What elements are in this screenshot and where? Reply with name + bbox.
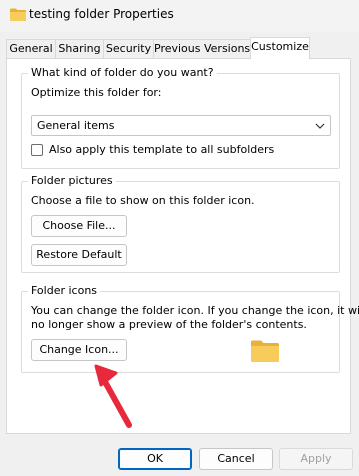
folder-icon: [251, 340, 279, 362]
folder-pictures-description: Choose a file to show on this folder ico…: [31, 194, 255, 207]
window-title: testing folder Properties: [29, 7, 174, 21]
group-title: Folder pictures: [28, 174, 116, 187]
folder-type-select[interactable]: General items: [31, 115, 331, 136]
folder-icons-description-line2: no longer show a preview of the folder's…: [31, 318, 307, 331]
apply-button[interactable]: Apply: [279, 448, 353, 470]
cancel-button[interactable]: Cancel: [199, 448, 273, 470]
group-title: What kind of folder do you want?: [28, 66, 217, 79]
folder-icons-description-line1: You can change the folder icon. If you c…: [31, 304, 359, 317]
choose-file-button[interactable]: Choose File...: [31, 215, 127, 237]
tab-previous-versions[interactable]: Previous Versions: [153, 39, 251, 58]
customize-panel: What kind of folder do you want? Optimiz…: [6, 58, 359, 434]
folder-type-group: What kind of folder do you want? Optimiz…: [21, 66, 340, 169]
pointer-arrow-icon: [94, 364, 132, 428]
folder-pictures-group: Folder pictures Choose a file to show on…: [21, 174, 340, 273]
apply-subfolders-checkbox[interactable]: [31, 144, 43, 156]
restore-default-button[interactable]: Restore Default: [31, 244, 127, 266]
optimize-label: Optimize this folder for:: [31, 86, 162, 99]
tab-security[interactable]: Security: [103, 39, 154, 58]
title-bar: testing folder Properties: [0, 0, 359, 32]
group-title: Folder icons: [28, 284, 101, 297]
change-icon-button[interactable]: Change Icon...: [31, 339, 127, 361]
tab-customize[interactable]: Customize: [250, 37, 310, 59]
folder-icon: [10, 8, 26, 21]
tab-sharing[interactable]: Sharing: [55, 39, 104, 58]
folder-icons-group: Folder icons You can change the folder i…: [21, 284, 359, 373]
apply-subfolders-label[interactable]: Also apply this template to all subfolde…: [49, 143, 274, 156]
chevron-down-icon: [315, 123, 325, 129]
ok-button[interactable]: OK: [118, 448, 192, 470]
tab-general[interactable]: General: [6, 39, 56, 58]
folder-type-value: General items: [37, 119, 115, 132]
